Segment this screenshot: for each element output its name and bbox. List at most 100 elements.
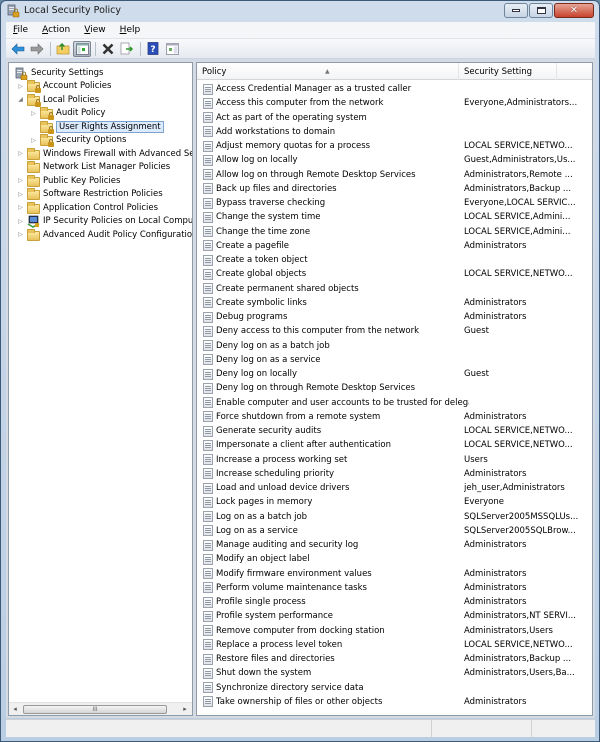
policy-row[interactable]: Perform volume maintenance tasks Administ… [197, 581, 592, 595]
policy-row[interactable]: Add workstations to domain [197, 125, 592, 139]
policy-row[interactable]: Back up files and directories Administrat… [197, 182, 592, 196]
menu-view[interactable]: View [77, 25, 112, 35]
tree-item[interactable]: ▷ Advanced Audit Policy Configuration [16, 228, 192, 241]
tree-item[interactable]: ▷ Security Options [29, 134, 126, 147]
back-button[interactable] [9, 41, 27, 57]
policy-row[interactable]: Increase scheduling priority Administrato… [197, 467, 592, 481]
tree-item[interactable]: User Rights Assignment [29, 120, 164, 134]
policy-row[interactable]: Log on as a service SQLServer2005SQLBrow.… [197, 524, 592, 538]
policy-row[interactable]: Force shutdown from a remote system Admin… [197, 410, 592, 424]
policy-row[interactable]: Log on as a batch job SQLServer2005MSSQLU… [197, 510, 592, 524]
policy-row[interactable]: Deny access to this computer from the ne… [197, 324, 592, 338]
security-settings-icon [15, 67, 28, 80]
tree-item[interactable]: Security Settings [11, 66, 103, 80]
policy-row[interactable]: Create a token object [197, 253, 592, 267]
expand-arrow-icon[interactable]: ▷ [16, 191, 25, 198]
policy-row[interactable]: Profile single process Administrators [197, 595, 592, 609]
policy-row[interactable]: Lock pages in memory Everyone [197, 495, 592, 509]
expand-arrow-icon[interactable]: ▷ [16, 218, 25, 225]
policy-row[interactable]: Access Credential Manager as a trusted c… [197, 82, 592, 96]
policy-row[interactable]: Impersonate a client after authenticatio… [197, 438, 592, 452]
policy-row[interactable]: Restore files and directories Administrat… [197, 652, 592, 666]
policy-row[interactable]: Take ownership of files or other objects… [197, 695, 592, 709]
policy-row[interactable]: Create global objects LOCAL SERVICE,NETWO… [197, 267, 592, 281]
close-button[interactable]: ✕ [554, 3, 594, 18]
minimize-icon [512, 9, 520, 12]
expand-arrow-icon[interactable]: ▷ [16, 83, 25, 90]
expand-arrow-icon[interactable]: ▷ [16, 150, 25, 157]
menu-action[interactable]: Action [35, 25, 77, 35]
show-hide-action-pane-button[interactable] [163, 41, 181, 57]
scroll-right-arrow-icon[interactable]: ▸ [181, 705, 189, 713]
policy-row[interactable]: Modify firmware environment values Admini… [197, 567, 592, 581]
policy-document-icon [203, 83, 213, 95]
scrollbar-thumb[interactable]: III [23, 705, 167, 714]
policy-row[interactable]: Load and unload device drivers jeh_user,A… [197, 481, 592, 495]
policy-row[interactable]: Remove computer from docking station Admi… [197, 624, 592, 638]
policy-row[interactable]: Deny log on through Remote Desktop Servi… [197, 381, 592, 395]
policy-document-icon [203, 596, 213, 608]
tree-item[interactable]: ▷ Public Key Policies [16, 174, 120, 187]
policy-row[interactable]: Manage auditing and security log Administ… [197, 538, 592, 552]
tree-item[interactable]: ▷ Account Policies [16, 80, 111, 93]
policy-row[interactable]: Deny log on as a service [197, 353, 592, 367]
collapse-arrow-icon[interactable]: ◢ [16, 96, 25, 103]
tree-item[interactable]: ◢ Local Policies [16, 93, 99, 107]
policy-document-icon [203, 610, 213, 622]
delete-button[interactable] [99, 41, 117, 57]
policy-row[interactable]: Create symbolic links Administrators [197, 296, 592, 310]
show-hide-console-tree-button[interactable] [73, 40, 91, 57]
up-one-level-button[interactable] [54, 41, 72, 57]
export-list-button[interactable] [118, 41, 136, 57]
policy-row[interactable]: Replace a process level token LOCAL SERVI… [197, 638, 592, 652]
expand-arrow-icon[interactable]: ▷ [16, 204, 25, 211]
column-header-policy[interactable]: Policy ▲ [197, 63, 459, 80]
policy-row[interactable]: Create a pagefile Administrators [197, 239, 592, 253]
maximize-button[interactable] [529, 3, 553, 18]
security-setting-value: LOCAL SERVICE,NETWO... [464, 440, 573, 451]
policy-row[interactable]: Adjust memory quotas for a process LOCAL … [197, 139, 592, 153]
policy-document-icon [203, 112, 213, 124]
folder-icon [27, 174, 40, 187]
expand-arrow-icon[interactable]: ▷ [29, 137, 38, 144]
policy-row[interactable]: Deny log on locally Guest [197, 367, 592, 381]
policy-row[interactable]: Change the system time LOCAL SERVICE,Admi… [197, 210, 592, 224]
title-bar[interactable]: Local Security Policy ✕ [1, 1, 599, 21]
tree-item[interactable]: ▷ IP Security Policies on Local Compute [16, 215, 192, 228]
policy-row[interactable]: Allow log on through Remote Desktop Serv… [197, 168, 592, 182]
menu-help[interactable]: Help [113, 25, 148, 35]
tree-horizontal-scrollbar[interactable]: ◂ III ▸ [9, 702, 192, 715]
tree-item[interactable]: ▷ Software Restriction Policies [16, 188, 163, 201]
policy-row[interactable]: Access this computer from the network Eve… [197, 96, 592, 110]
help-button[interactable]: ? [144, 41, 162, 57]
tree-item[interactable]: ▷ Windows Firewall with Advanced Secu [16, 147, 192, 160]
scroll-left-arrow-icon[interactable]: ◂ [11, 705, 19, 713]
expand-arrow-icon[interactable]: ▷ [16, 231, 25, 238]
expand-arrow-icon[interactable]: ▷ [16, 177, 25, 184]
tree-item[interactable]: Network List Manager Policies [16, 161, 170, 174]
expand-arrow-icon[interactable]: ▷ [29, 110, 38, 117]
policy-row[interactable]: Enable computer and user accounts to be … [197, 396, 592, 410]
policy-row[interactable]: Change the time zone LOCAL SERVICE,Admini… [197, 225, 592, 239]
policy-name: Replace a process level token [216, 639, 343, 650]
column-header-security-setting[interactable]: Security Setting [459, 63, 557, 80]
policy-row[interactable]: Shut down the system Administrators,Users… [197, 666, 592, 680]
policy-row[interactable]: Increase a process working set Users [197, 453, 592, 467]
policy-row[interactable]: Generate security audits LOCAL SERVICE,NE… [197, 424, 592, 438]
policy-row[interactable]: Bypass traverse checking Everyone,LOCAL S… [197, 196, 592, 210]
security-setting-value: Administrators [464, 568, 527, 579]
policy-row[interactable]: Synchronize directory service data [197, 681, 592, 695]
forward-button[interactable] [28, 41, 46, 57]
policy-row[interactable]: Deny log on as a batch job [197, 339, 592, 353]
policy-row[interactable]: Profile system performance Administrators… [197, 609, 592, 623]
policy-row[interactable]: Allow log on locally Guest,Administrators… [197, 153, 592, 167]
policy-row[interactable]: Debug programs Administrators [197, 310, 592, 324]
tree-item[interactable]: ▷ Audit Policy [29, 107, 105, 120]
security-setting-value: Administrators [464, 696, 527, 707]
policy-row[interactable]: Act as part of the operating system [197, 111, 592, 125]
policy-row[interactable]: Modify an object label [197, 552, 592, 566]
minimize-button[interactable] [504, 3, 528, 18]
menu-file[interactable]: File [6, 25, 35, 35]
tree-item[interactable]: ▷ Application Control Policies [16, 201, 158, 214]
policy-row[interactable]: Create permanent shared objects [197, 282, 592, 296]
